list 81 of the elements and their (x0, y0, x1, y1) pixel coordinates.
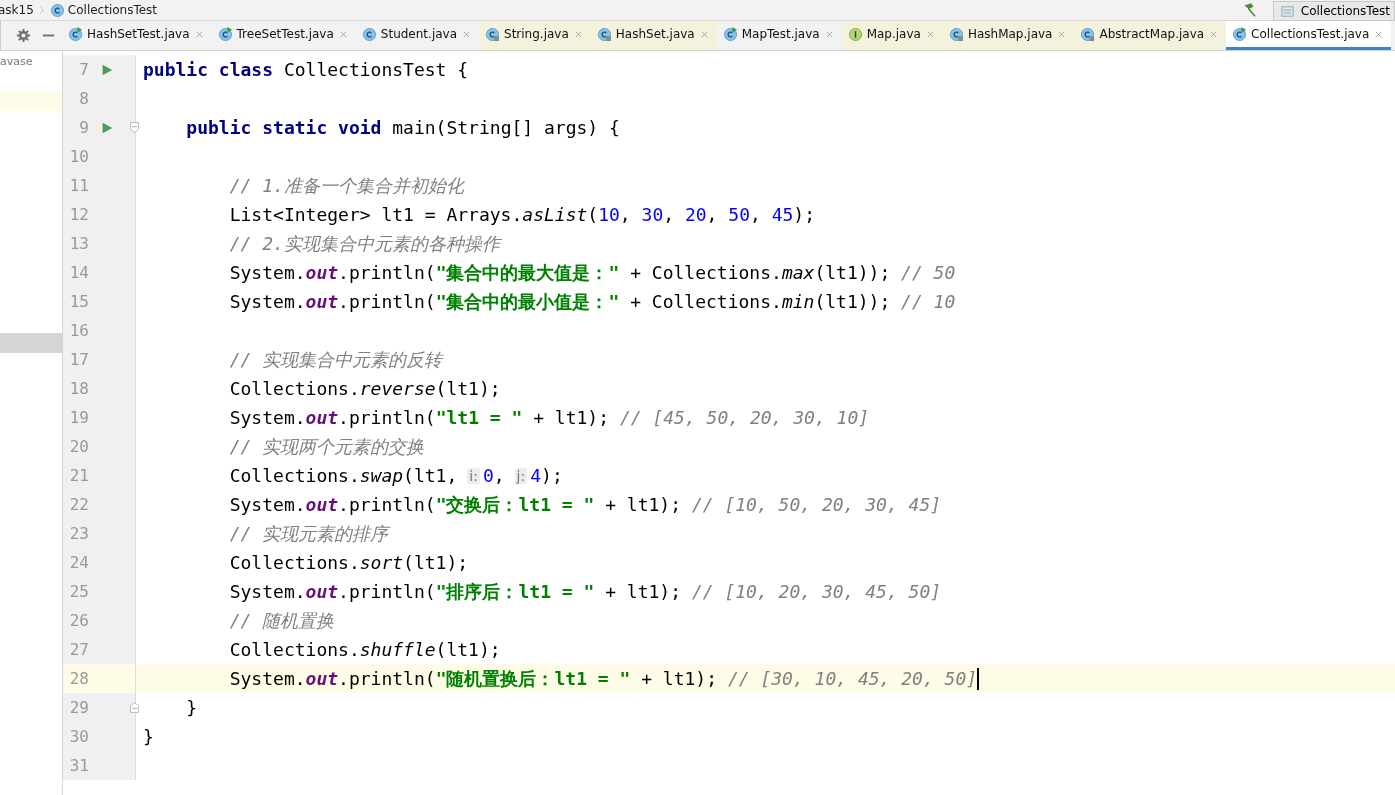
code-line: // 实现两个元素的交换 (228, 434, 425, 459)
code-line: Collections.sort(lt1); (228, 552, 469, 573)
code-line: List<Integer> lt1 = Arrays.asList(10, 30, 20, 50, 45); (228, 204, 816, 225)
code-text: 4); (530, 465, 563, 486)
file-tab[interactable]: HashSetTest.java (62, 21, 212, 50)
class-icon (361, 26, 377, 42)
class-run-icon (68, 26, 83, 42)
line-number: 30 (68, 727, 89, 746)
line-number: 10 (68, 147, 89, 166)
run-configuration-dropdown[interactable]: CollectionsTest (1272, 1, 1395, 21)
text-caret (977, 667, 980, 690)
line-number: 17 (68, 350, 89, 369)
line-number: 27 (68, 640, 89, 659)
settings-icon[interactable] (16, 28, 31, 43)
locked-class-icon (948, 26, 964, 42)
line-number: 7 (78, 60, 89, 79)
line-number: 15 (68, 292, 89, 311)
line-number: 11 (68, 176, 89, 195)
code-line: public static void main(String[] args) { (185, 117, 620, 138)
line-number: 24 (68, 553, 89, 572)
class-run-icon (217, 26, 233, 42)
locked-class-icon (596, 26, 612, 42)
file-tab[interactable]: Map.java (841, 21, 943, 50)
code-line: System.out.println("随机置换后：lt1 = " + lt1); // [30, 10, 45, 20, 50] (228, 666, 978, 691)
code-line: System.out.println("交换后：lt1 = " + lt1); // [10, 50, 20, 30, 45] (228, 492, 942, 517)
file-tab[interactable]: AbstractMap.java (1074, 21, 1227, 50)
fold-icon[interactable] (128, 121, 141, 134)
run-icon[interactable] (100, 120, 114, 135)
parameter-hint: i: (467, 467, 480, 484)
locked-class-icon (485, 26, 501, 42)
line-number: 20 (68, 437, 89, 456)
locked-class-icon (1080, 26, 1096, 42)
code-line: Collections.reverse(lt1); (228, 378, 501, 399)
line-number: 23 (68, 524, 89, 543)
line-number: 22 (68, 495, 89, 514)
file-tab[interactable]: CollectionsTest.java (1226, 21, 1392, 50)
file-tab[interactable]: HashSet.java (590, 21, 717, 50)
tree-item-label[interactable]: avase (0, 51, 62, 71)
line-number: 29 (68, 698, 89, 717)
code-line: } (143, 726, 154, 747)
file-tab[interactable]: String.java (479, 21, 591, 50)
line-number: 14 (68, 263, 89, 282)
code-text: 0, (482, 465, 505, 486)
line-number: 19 (68, 408, 89, 427)
class-icon (49, 2, 65, 18)
class-run-icon (722, 26, 738, 42)
file-tab[interactable]: TreeSetTest.java (211, 21, 356, 50)
line-number: 26 (68, 611, 89, 630)
code-line: // 1.准备一个集合并初始化 (228, 173, 464, 198)
line-number: 21 (68, 466, 89, 485)
fold-icon[interactable] (128, 701, 141, 714)
code-line: System.out.println("lt1 = " + lt1); // [45, 50, 20, 30, 10] (228, 407, 870, 428)
class-run-icon (1232, 26, 1248, 42)
code-line: System.out.println("集合中的最小值是：" + Collections.min(lt1)); // 10 (228, 289, 956, 314)
line-number: 16 (68, 321, 89, 340)
line-number: 9 (78, 118, 89, 137)
interface-icon (847, 26, 863, 42)
file-tab[interactable]: MapTest.java (716, 21, 842, 50)
code-line: // 2.实现集合中元素的各种操作 (228, 231, 500, 256)
line-number: 8 (78, 89, 89, 108)
code-line: // 随机置换 (228, 608, 335, 633)
breadcrumb-item[interactable]: CollectionsTest (67, 3, 158, 17)
parameter-hint: j: (514, 467, 528, 484)
run-icon[interactable] (100, 62, 114, 77)
code-line: // 实现元素的排序 (228, 521, 389, 546)
code-line: } (185, 697, 198, 718)
code-line: System.out.println("集合中的最大值是：" + Collections.max(lt1)); // 50 (228, 260, 956, 285)
line-number: 31 (68, 756, 89, 775)
line-number: 13 (68, 234, 89, 253)
file-tab[interactable]: HashMap.java (942, 21, 1075, 50)
line-number: 18 (68, 379, 89, 398)
line-number: 12 (68, 205, 89, 224)
line-number: 25 (68, 582, 89, 601)
line-number: 28 (68, 669, 89, 688)
code-line: Collections.shuffle(lt1); (228, 639, 501, 660)
code-line: public class CollectionsTest { (143, 59, 469, 80)
code-line: // 实现集合中元素的反转 (228, 347, 443, 372)
application-icon (1279, 3, 1295, 19)
file-tab[interactable]: Student.java (355, 21, 480, 50)
code-text: Collections.swap(lt1, (228, 465, 458, 486)
code-line: System.out.println("排序后：lt1 = " + lt1); // [10, 20, 30, 45, 50] (228, 579, 942, 604)
